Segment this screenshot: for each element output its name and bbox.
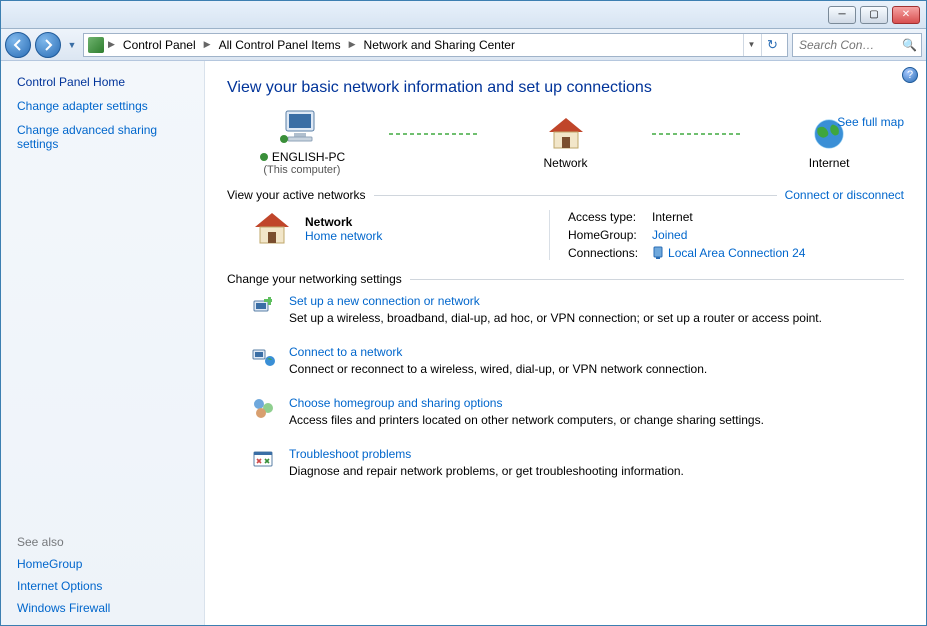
network-details: Access type: Internet HomeGroup: Joined … [549, 210, 805, 260]
connect-disconnect-link[interactable]: Connect or disconnect [785, 188, 904, 202]
sidebar-home-link[interactable]: Control Panel Home [17, 75, 188, 89]
search-input[interactable] [797, 37, 900, 53]
address-bar[interactable]: ▶ Control Panel ▶ All Control Panel Item… [83, 33, 788, 57]
chevron-right-icon[interactable]: ▶ [347, 39, 358, 50]
address-dropdown[interactable]: ▼ [743, 34, 759, 56]
search-box[interactable]: 🔍 [792, 33, 922, 57]
task-homegroup-link[interactable]: Choose homegroup and sharing options [289, 396, 502, 410]
window-controls: ─ ▢ ✕ [828, 6, 920, 24]
active-networks-header: View your active networks Connect or dis… [227, 188, 904, 202]
task-connect-network-link[interactable]: Connect to a network [289, 345, 402, 359]
control-panel-icon [88, 37, 104, 53]
network-node-icon [259, 152, 269, 162]
close-button[interactable]: ✕ [892, 6, 920, 24]
see-full-map-link[interactable]: See full map [837, 115, 904, 129]
map-this-pc: ENGLISH-PC (This computer) [227, 109, 377, 176]
back-button[interactable] [5, 32, 31, 58]
active-network-card: Network Home network Access type: Intern… [251, 210, 904, 260]
control-panel-window: ─ ▢ ✕ ▼ ▶ Control Panel ▶ All Control Pa… [0, 0, 927, 626]
change-settings-heading: Change your networking settings [227, 272, 402, 286]
task-setup-connection[interactable]: Set up a new connection or network Set u… [251, 294, 904, 325]
breadcrumb-item[interactable]: Network and Sharing Center [360, 34, 519, 56]
breadcrumb-item[interactable]: All Control Panel Items [215, 34, 345, 56]
explorer-navbar: ▼ ▶ Control Panel ▶ All Control Panel It… [1, 29, 926, 61]
map-connector-line [389, 133, 479, 135]
sidebar-link-adapter-settings[interactable]: Change adapter settings [17, 99, 188, 113]
window-titlebar: ─ ▢ ✕ [1, 1, 926, 29]
see-also-internet-options[interactable]: Internet Options [17, 579, 188, 593]
help-icon[interactable]: ? [902, 67, 918, 83]
map-connector-line [652, 133, 742, 135]
task-homegroup[interactable]: Choose homegroup and sharing options Acc… [251, 396, 904, 427]
see-also-windows-firewall[interactable]: Windows Firewall [17, 601, 188, 615]
connections-label: Connections: [568, 246, 638, 260]
ethernet-icon [652, 246, 664, 260]
network-name: Network [305, 215, 382, 229]
map-internet-label: Internet [809, 156, 850, 170]
sidebar-link-advanced-sharing[interactable]: Change advanced sharing settings [17, 123, 188, 151]
see-also-homegroup[interactable]: HomeGroup [17, 557, 188, 571]
computer-icon [280, 109, 324, 147]
house-icon [545, 115, 587, 153]
task-connect-network[interactable]: Connect to a network Connect or reconnec… [251, 345, 904, 376]
network-type-link[interactable]: Home network [305, 229, 382, 243]
chevron-right-icon[interactable]: ▶ [106, 39, 117, 50]
chevron-right-icon[interactable]: ▶ [202, 39, 213, 50]
setup-connection-icon [251, 294, 277, 320]
task-homegroup-desc: Access files and printers located on oth… [289, 413, 764, 427]
task-troubleshoot[interactable]: Troubleshoot problems Diagnose and repai… [251, 447, 904, 478]
settings-task-list: Set up a new connection or network Set u… [251, 294, 904, 478]
task-connect-network-desc: Connect or reconnect to a wireless, wire… [289, 362, 707, 376]
search-icon: 🔍 [902, 38, 917, 52]
active-networks-heading: View your active networks [227, 188, 366, 202]
access-type-value: Internet [652, 210, 805, 224]
change-settings-header: Change your networking settings [227, 272, 904, 286]
see-also-section: See also HomeGroup Internet Options Wind… [17, 535, 188, 615]
homegroup-label: HomeGroup: [568, 228, 638, 242]
task-setup-connection-desc: Set up a wireless, broadband, dial-up, a… [289, 311, 822, 325]
refresh-button[interactable]: ↻ [761, 34, 783, 56]
task-troubleshoot-link[interactable]: Troubleshoot problems [289, 447, 411, 461]
troubleshoot-icon [251, 447, 277, 473]
breadcrumb-item[interactable]: Control Panel [119, 34, 200, 56]
arrow-right-icon [42, 39, 54, 51]
minimize-button[interactable]: ─ [828, 6, 856, 24]
nav-history-dropdown[interactable]: ▼ [65, 32, 79, 58]
main-content: ? View your basic network information an… [205, 61, 926, 625]
page-title: View your basic network information and … [227, 79, 904, 97]
maximize-button[interactable]: ▢ [860, 6, 888, 24]
map-network-label: Network [544, 156, 588, 170]
forward-button[interactable] [35, 32, 61, 58]
task-setup-connection-link[interactable]: Set up a new connection or network [289, 294, 480, 308]
homegroup-value-link[interactable]: Joined [652, 228, 805, 242]
divider [410, 279, 904, 280]
map-this-pc-sublabel: (This computer) [263, 164, 340, 176]
task-troubleshoot-desc: Diagnose and repair network problems, or… [289, 464, 684, 478]
homegroup-icon [251, 396, 277, 422]
divider [374, 195, 777, 196]
connect-network-icon [251, 345, 277, 371]
map-network: Network [491, 115, 641, 170]
window-body: Control Panel Home Change adapter settin… [1, 61, 926, 625]
access-type-label: Access type: [568, 210, 638, 224]
see-also-heading: See also [17, 535, 188, 549]
arrow-left-icon [12, 39, 24, 51]
sidebar: Control Panel Home Change adapter settin… [1, 61, 205, 625]
network-identity: Network Home network [251, 210, 531, 248]
map-this-pc-label: ENGLISH-PC [259, 150, 346, 164]
network-map: ENGLISH-PC (This computer) Network [227, 109, 904, 176]
connection-link[interactable]: Local Area Connection 24 [668, 246, 805, 260]
house-icon [251, 210, 293, 248]
